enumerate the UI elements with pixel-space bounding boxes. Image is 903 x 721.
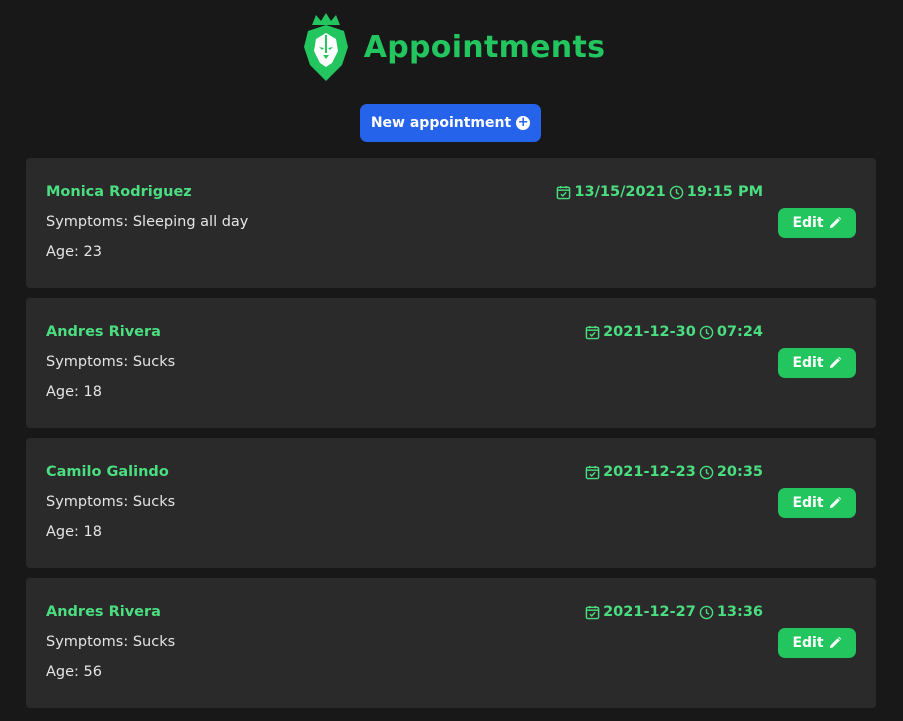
- patient-name: Andres Rivera: [46, 604, 161, 620]
- appointment-time: 13:36: [716, 604, 763, 620]
- clock-icon: [669, 185, 684, 199]
- calendar-check-icon: [585, 465, 600, 479]
- clock-icon: [699, 325, 714, 339]
- appointment-card: Monica Rodriguez Symptoms: Sleeping all …: [26, 158, 876, 288]
- patient-symptoms: Symptoms: Sleeping all day: [46, 214, 249, 230]
- edit-button[interactable]: Edit: [778, 208, 856, 238]
- edit-button-label: Edit: [792, 635, 824, 651]
- appointment-date: 2021-12-30: [603, 324, 696, 340]
- patient-name: Camilo Galindo: [46, 464, 169, 480]
- appointment-date: 2021-12-27: [603, 604, 696, 620]
- pencil-icon: [829, 216, 841, 229]
- appointment-datetime: 2021-12-30 07:24: [585, 324, 763, 340]
- patient-age: Age: 18: [46, 384, 102, 400]
- page-title: Appointments: [363, 29, 606, 65]
- appointment-datetime: 2021-12-27 13:36: [585, 604, 763, 620]
- calendar-check-icon: [585, 325, 600, 339]
- edit-button-label: Edit: [792, 355, 824, 371]
- clock-icon: [699, 605, 714, 619]
- appointment-time: 20:35: [716, 464, 763, 480]
- header-brand: Appointments: [298, 11, 606, 83]
- clock-icon: [699, 465, 714, 479]
- patient-name: Monica Rodriguez: [46, 184, 192, 200]
- edit-button[interactable]: Edit: [778, 628, 856, 658]
- appointment-card: Andres Rivera Symptoms: Sucks Age: 56 20…: [26, 578, 876, 708]
- appointment-datetime: 2021-12-23 20:35: [585, 464, 763, 480]
- patient-symptoms: Symptoms: Sucks: [46, 494, 176, 510]
- pencil-icon: [829, 356, 841, 369]
- edit-button-label: Edit: [792, 495, 824, 511]
- appointment-time: 07:24: [716, 324, 763, 340]
- calendar-check-icon: [557, 185, 571, 199]
- appointment-date: 13/15/2021: [574, 184, 666, 200]
- edit-button[interactable]: Edit: [778, 488, 856, 518]
- patient-age: Age: 23: [46, 244, 102, 260]
- appointment-time: 19:15 PM: [686, 184, 763, 200]
- appointment-datetime: 13/15/2021 19:15 PM: [556, 184, 763, 200]
- pencil-icon: [829, 636, 841, 649]
- patient-symptoms: Symptoms: Sucks: [46, 354, 176, 370]
- appointments-list: Monica Rodriguez Symptoms: Sleeping all …: [26, 158, 876, 718]
- new-appointment-button[interactable]: New appointment +: [360, 104, 541, 142]
- edit-button[interactable]: Edit: [778, 348, 856, 378]
- patient-age: Age: 18: [46, 524, 102, 540]
- calendar-check-icon: [585, 605, 600, 619]
- new-appointment-label: New appointment: [370, 115, 512, 131]
- plus-circle-icon: +: [516, 115, 531, 130]
- lion-crown-icon: [303, 13, 348, 81]
- appointment-date: 2021-12-23: [603, 464, 696, 480]
- patient-age: Age: 56: [46, 664, 102, 680]
- patient-name: Andres Rivera: [46, 324, 161, 340]
- patient-symptoms: Symptoms: Sucks: [46, 634, 176, 650]
- pencil-icon: [829, 496, 841, 509]
- appointment-card: Andres Rivera Symptoms: Sucks Age: 18 20…: [26, 298, 876, 428]
- page-header: Appointments: [0, 0, 903, 96]
- edit-button-label: Edit: [792, 215, 824, 231]
- appointment-card: Camilo Galindo Symptoms: Sucks Age: 18 2…: [26, 438, 876, 568]
